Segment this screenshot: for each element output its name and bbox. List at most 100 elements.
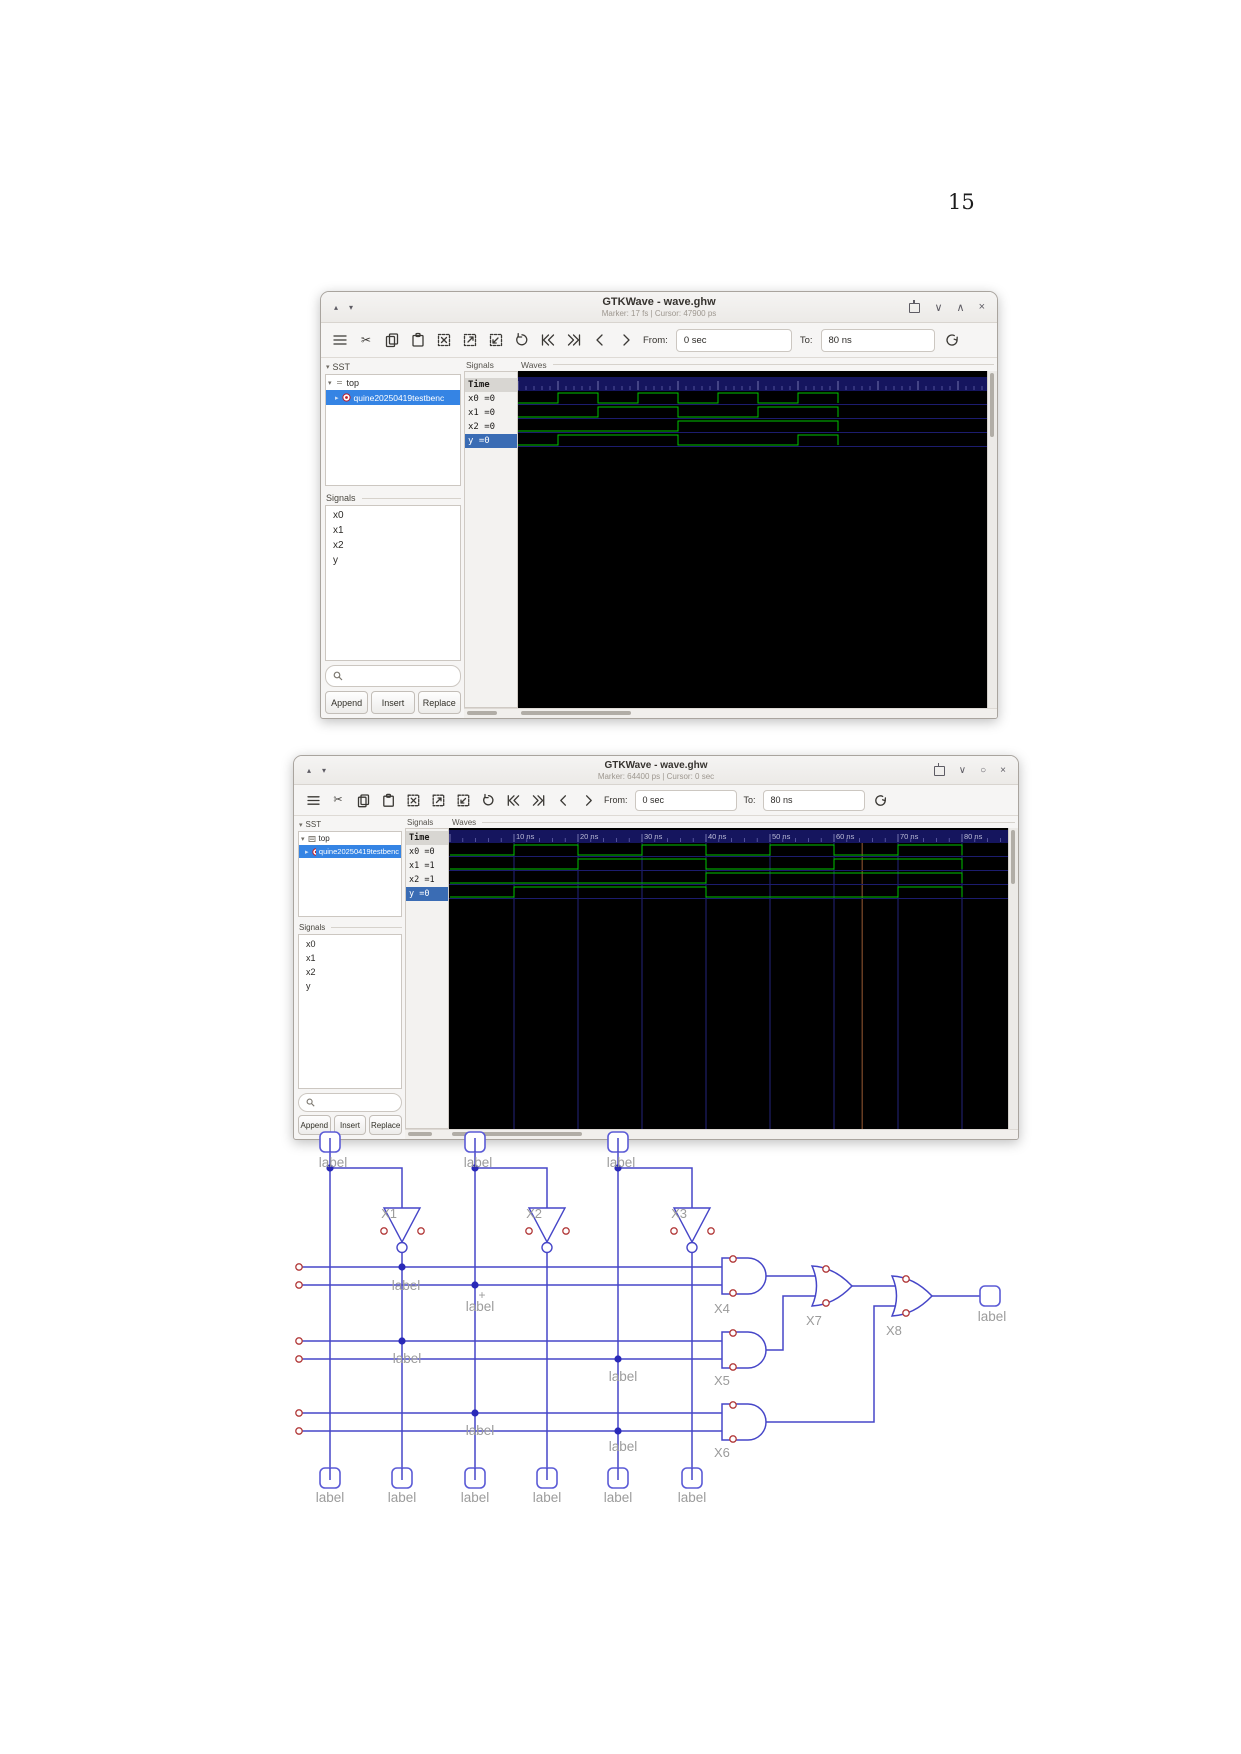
paste-icon[interactable]: [379, 791, 397, 809]
or-gate-x8: [892, 1276, 932, 1316]
output-terminal: [980, 1286, 1000, 1306]
expander-icon[interactable]: ▸: [328, 394, 339, 402]
menu-icon[interactable]: [304, 791, 322, 809]
search-input[interactable]: [325, 665, 461, 687]
cut-icon[interactable]: ✂: [357, 331, 375, 349]
list-item[interactable]: x1: [326, 523, 460, 538]
collapse-down-icon[interactable]: ▾: [322, 766, 326, 775]
titlebar[interactable]: ▴ ▾ GTKWave - wave.ghw Marker: 17 fs | C…: [321, 292, 997, 323]
reload-icon[interactable]: [872, 791, 890, 809]
maximize-icon[interactable]: ○: [980, 765, 986, 776]
wave-display[interactable]: [518, 371, 987, 708]
document-page: 15 ▴ ▾ GTKWave - wave.ghw Marker: 17 fs …: [0, 0, 1241, 1754]
collapse-up-icon[interactable]: ▴: [307, 766, 311, 775]
to-input[interactable]: 80 ns: [763, 790, 865, 811]
signal-value-column: Time x0 =0 x1 =1 x2 =1 y =0: [405, 828, 449, 1129]
toolbar: ✂ From: 0 sec To: 80 ns: [321, 323, 997, 358]
menu-icon[interactable]: [331, 331, 349, 349]
list-item[interactable]: x0: [299, 937, 401, 951]
list-item[interactable]: x2: [326, 538, 460, 553]
expander-icon[interactable]: ▾: [326, 363, 330, 371]
prev-edge-icon[interactable]: [591, 331, 609, 349]
signal-row[interactable]: x1 =1: [406, 859, 448, 873]
list-item[interactable]: x0: [326, 508, 460, 523]
zoom-out-icon[interactable]: [429, 791, 447, 809]
sst-panel: ▾SST ▾ top ▸ quine20250419testbenc Signa…: [321, 358, 464, 718]
signal-row[interactable]: x0 =0: [465, 392, 517, 406]
minimize-icon[interactable]: ∨: [959, 765, 966, 776]
and-gate-x4: [722, 1258, 766, 1294]
bottom-label: label: [604, 1490, 633, 1505]
signal-row[interactable]: x2 =0: [465, 420, 517, 434]
signal-row-selected[interactable]: y =0: [465, 434, 517, 448]
maximize-icon[interactable]: ∧: [957, 301, 965, 314]
titlebar[interactable]: ▴ ▾ GTKWave - wave.ghw Marker: 64400 ps …: [294, 756, 1018, 785]
collapse-down-icon[interactable]: ▾: [349, 303, 353, 312]
zoom-out-icon[interactable]: [461, 331, 479, 349]
time-row[interactable]: Time: [406, 831, 448, 845]
signal-value-column: Time x0 =0 x1 =0 x2 =0 y =0: [464, 371, 518, 708]
cut-icon[interactable]: ✂: [329, 791, 347, 809]
copy-icon[interactable]: [354, 791, 372, 809]
append-button[interactable]: Append: [325, 691, 368, 714]
paste-icon[interactable]: [409, 331, 427, 349]
vertical-scrollbar[interactable]: [987, 371, 997, 708]
skip-start-icon[interactable]: [504, 791, 522, 809]
signals-hscrollbar[interactable]: [464, 709, 517, 718]
expander-icon[interactable]: ▾: [328, 379, 332, 387]
from-input[interactable]: 0 sec: [676, 329, 792, 352]
signal-row[interactable]: x1 =0: [465, 406, 517, 420]
tree-row-top[interactable]: ▾ top: [326, 375, 460, 390]
list-item[interactable]: x2: [299, 965, 401, 979]
time-row[interactable]: Time: [465, 378, 517, 392]
skip-start-icon[interactable]: [539, 331, 557, 349]
gate-label: X5: [714, 1373, 730, 1388]
tree-row-testbench[interactable]: ▸ quine20250419testbenc: [326, 390, 460, 405]
wave-display[interactable]: 10 ns20 ns30 ns40 ns50 ns60 ns70 ns80 ns: [449, 828, 1008, 1129]
input-label: label: [607, 1155, 636, 1170]
zoom-fit-icon[interactable]: [435, 331, 453, 349]
search-input[interactable]: [298, 1093, 402, 1112]
expander-icon[interactable]: ▸: [301, 848, 309, 856]
close-icon[interactable]: ×: [979, 301, 985, 313]
from-input[interactable]: 0 sec: [635, 790, 737, 811]
expander-icon[interactable]: ▾: [299, 821, 303, 829]
to-input[interactable]: 80 ns: [821, 329, 935, 352]
collapse-up-icon[interactable]: ▴: [334, 303, 338, 312]
waves-header: Waves: [521, 360, 547, 370]
copy-icon[interactable]: [383, 331, 401, 349]
pin-icon[interactable]: [909, 303, 920, 313]
zoom-in-icon[interactable]: [454, 791, 472, 809]
zoom-fit-icon[interactable]: [404, 791, 422, 809]
tree-row-top[interactable]: ▾ top: [299, 832, 401, 845]
signals-panel-header: Signals: [326, 493, 356, 503]
next-edge-icon[interactable]: [617, 331, 635, 349]
zoom-in-icon[interactable]: [487, 331, 505, 349]
list-item[interactable]: y: [326, 553, 460, 568]
list-item[interactable]: y: [299, 979, 401, 993]
pin-icon[interactable]: [934, 766, 945, 776]
tree-row-testbench[interactable]: ▸ quine20250419testbenc: [299, 845, 401, 858]
skip-end-icon[interactable]: [565, 331, 583, 349]
signal-row-selected[interactable]: y =0: [406, 887, 448, 901]
waveform-canvas: 10 ns20 ns30 ns40 ns50 ns60 ns70 ns80 ns: [449, 828, 1008, 1129]
list-item[interactable]: x1: [299, 951, 401, 965]
waves-hscrollbar[interactable]: [517, 709, 997, 718]
undo-icon[interactable]: [513, 331, 531, 349]
vertical-scrollbar[interactable]: [1008, 828, 1018, 1129]
not-bubble-x2: [542, 1243, 552, 1253]
expander-icon[interactable]: ▾: [301, 835, 305, 843]
next-edge-icon[interactable]: [579, 791, 597, 809]
net-label: label: [609, 1439, 638, 1454]
prev-edge-icon[interactable]: [554, 791, 572, 809]
undo-icon[interactable]: [479, 791, 497, 809]
replace-button[interactable]: Replace: [418, 691, 461, 714]
minimize-icon[interactable]: ∨: [934, 301, 942, 314]
signal-row[interactable]: x0 =0: [406, 845, 448, 859]
search-icon: [333, 671, 343, 681]
reload-icon[interactable]: [943, 331, 961, 349]
signal-row[interactable]: x2 =1: [406, 873, 448, 887]
close-icon[interactable]: ×: [1000, 765, 1006, 776]
skip-end-icon[interactable]: [529, 791, 547, 809]
insert-button[interactable]: Insert: [371, 691, 414, 714]
